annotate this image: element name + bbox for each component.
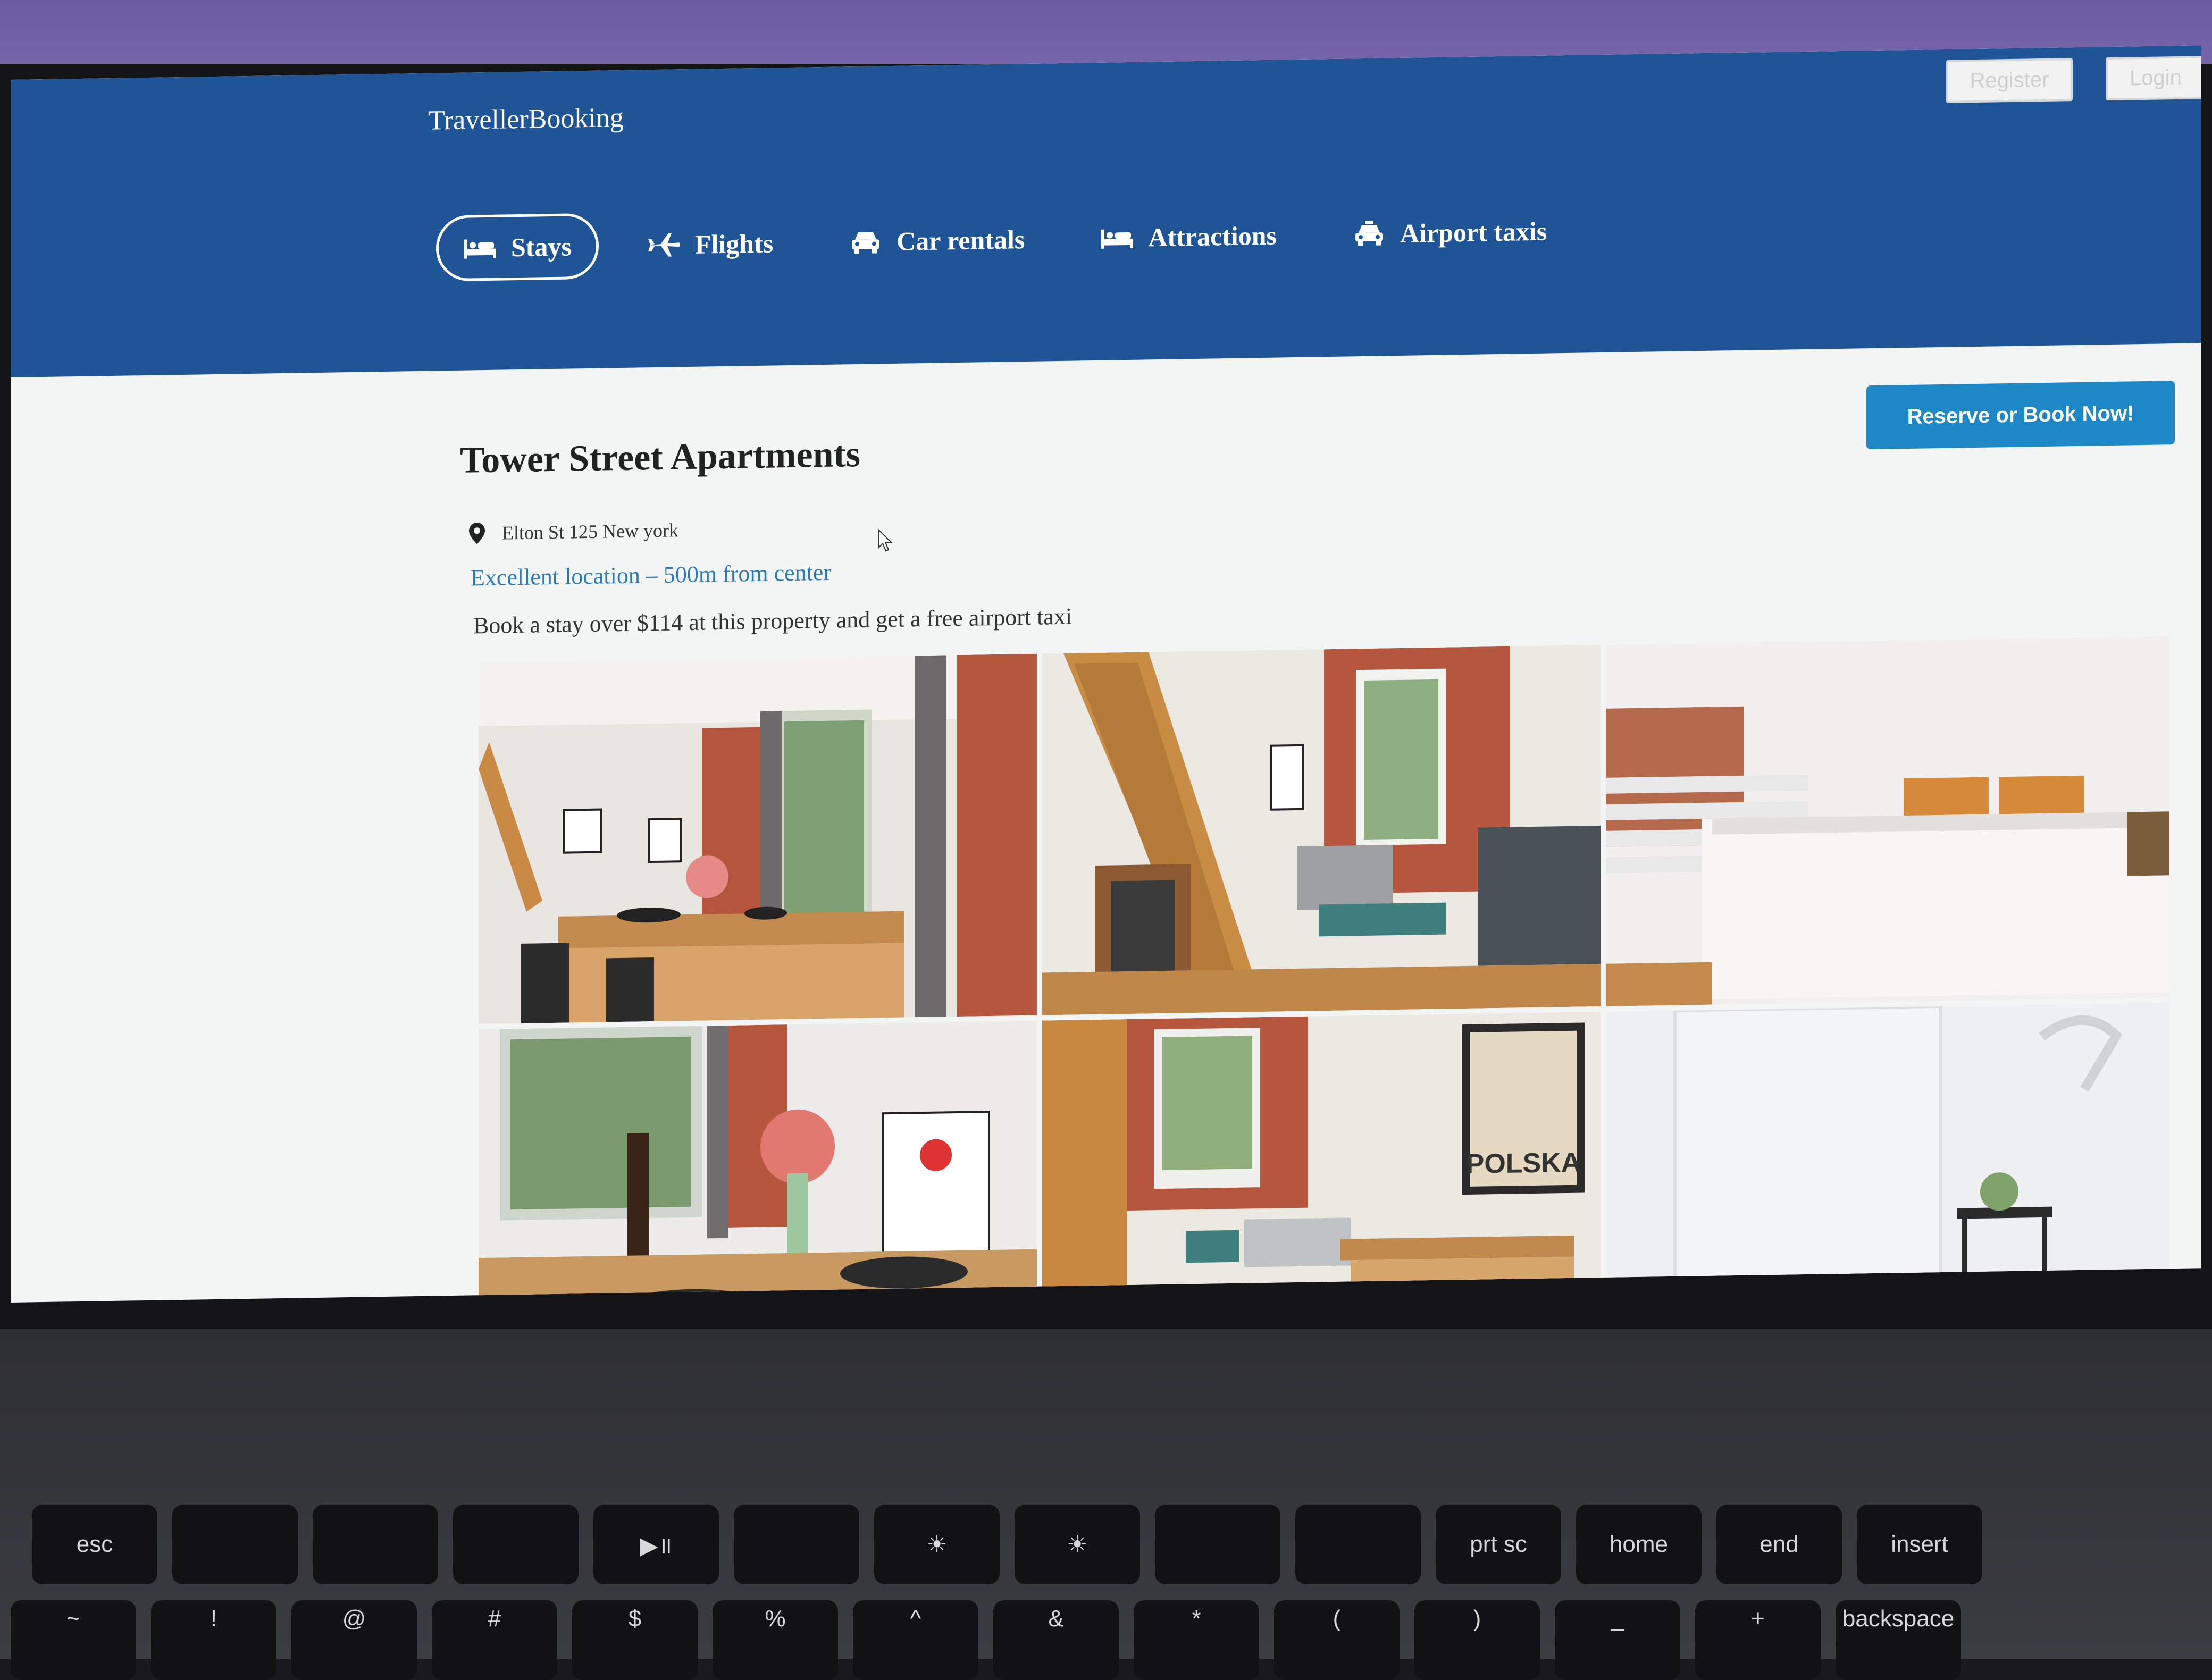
photo-polska-poster-room[interactable]: POLSKA [1042,1012,1601,1303]
nav-label: Airport taxis [1400,216,1547,248]
key[interactable]: ▶॥ [593,1505,719,1584]
promo-text: Book a stay over $114 at this property a… [473,603,1073,639]
key[interactable]: * [1134,1600,1259,1680]
brand-logo[interactable]: TravellerBooking [428,102,624,137]
hotel-address: Elton St 125 New york [468,518,678,545]
key-volume-down-icon[interactable] [313,1505,438,1584]
key[interactable] [1295,1505,1421,1584]
photo-bedroom[interactable] [1606,636,2169,1006]
nav-label: Stays [511,231,572,263]
key[interactable]: $ [572,1600,698,1680]
taxi-icon [1352,221,1386,247]
photo-dining-living-room[interactable] [479,653,1037,1024]
location-note: Excellent location – 500m from center [471,559,832,591]
key[interactable]: ^ [853,1600,978,1680]
key[interactable]: % [713,1600,838,1680]
main-nav: Stays Flights Car rentals Attractions Ai… [436,196,1595,283]
browser-page: TravellerBooking Register Login Stays Fl… [11,45,2201,1303]
key[interactable]: ☀ [1015,1505,1140,1584]
key[interactable]: ! [151,1600,276,1680]
key[interactable]: insert [1857,1505,1982,1584]
key[interactable]: @ [291,1600,417,1680]
key[interactable]: end [1716,1505,1842,1584]
nav-item-car-rentals[interactable]: Car rentals [822,206,1052,275]
address-text: Elton St 125 New york [502,519,678,544]
photo-stairs-living-room[interactable] [1042,645,1601,1015]
key[interactable]: ~ [11,1600,136,1680]
nav-item-airport-taxis[interactable]: Airport taxis [1325,198,1574,267]
key-backlight-icon[interactable] [734,1505,859,1584]
key[interactable]: + [1695,1600,1821,1680]
function-key-row: esc ▶॥ ☀ ☀ prt sc home end insert [32,1505,1997,1584]
register-button[interactable]: Register [1946,58,2073,103]
page-title: Tower Street Apartments [460,433,861,481]
key[interactable]: # [432,1600,557,1680]
plane-icon [647,232,681,258]
key-mute-icon[interactable] [172,1505,298,1584]
key-volume-up-icon[interactable] [453,1505,579,1584]
site-header: TravellerBooking Register Login Stays Fl… [11,45,2201,377]
bed-icon [463,235,497,261]
nav-item-attractions[interactable]: Attractions [1073,202,1304,272]
key[interactable]: esc [32,1505,157,1584]
nav-label: Car rentals [896,224,1025,256]
key-display-icon[interactable] [1155,1505,1280,1584]
number-key-row: ~ ! @ # $ % ^ & * ( ) _ + backspace [11,1600,1976,1680]
mouse-cursor-icon [878,528,893,552]
key[interactable]: backspace [1836,1600,1961,1680]
login-button[interactable]: Login [2106,56,2201,101]
key[interactable]: ( [1274,1600,1400,1680]
key[interactable]: prt sc [1436,1505,1561,1584]
nav-label: Attractions [1148,220,1277,253]
car-icon [849,229,883,255]
location-pin-icon [469,523,485,544]
key[interactable]: home [1576,1505,1702,1584]
photo-table-flowers[interactable] [479,1020,1037,1303]
key[interactable]: _ [1555,1600,1680,1680]
poster-text: POLSKA [1466,1147,1581,1180]
photo-bathroom[interactable] [1606,1003,2169,1303]
nav-label: Flights [694,228,774,259]
nav-item-flights[interactable]: Flights [620,210,800,279]
key[interactable]: ☀ [874,1505,1000,1584]
nav-item-stays[interactable]: Stays [436,213,599,282]
photo-gallery: POLSKA [479,636,2169,1303]
key[interactable]: & [993,1600,1119,1680]
key[interactable]: ) [1414,1600,1540,1680]
reserve-button[interactable]: Reserve or Book Now! [1866,381,2175,450]
bed-icon [1100,225,1134,251]
